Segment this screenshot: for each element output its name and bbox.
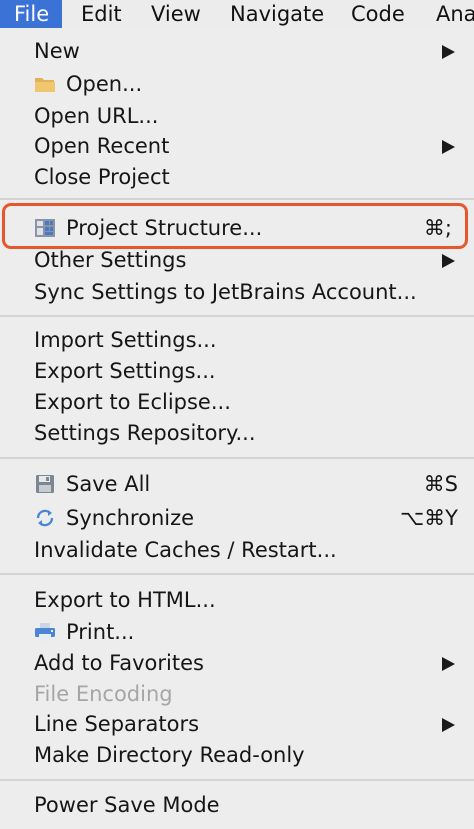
menu-item-open-url[interactable]: Open URL...	[0, 101, 474, 131]
menu-item-synchronize[interactable]: Synchronize ⌥⌘Y	[0, 503, 474, 533]
submenu-arrow-icon	[442, 254, 455, 268]
printer-icon	[34, 622, 56, 642]
menu-item-label: Print...	[66, 620, 135, 644]
menu-item-import-settings[interactable]: Import Settings...	[0, 325, 474, 355]
menu-item-label: Open Recent	[34, 134, 170, 158]
menu-analyze[interactable]: Ana	[436, 0, 474, 28]
menu-item-label: Make Directory Read-only	[34, 743, 305, 767]
menu-item-label: Export Settings...	[34, 359, 216, 383]
sync-icon	[34, 508, 56, 528]
save-icon	[34, 474, 56, 494]
menu-navigate[interactable]: Navigate	[230, 0, 324, 28]
menu-item-label: Export to Eclipse...	[34, 390, 231, 414]
menu-item-add-to-favorites[interactable]: Add to Favorites	[0, 648, 474, 678]
menu-item-label: Add to Favorites	[34, 651, 204, 675]
menu-item-label: Invalidate Caches / Restart...	[34, 538, 337, 562]
menu-item-save-all[interactable]: Save All ⌘S	[0, 469, 474, 499]
menu-item-other-settings[interactable]: Other Settings	[0, 245, 474, 275]
menu-item-new[interactable]: New	[0, 36, 474, 66]
menu-item-file-encoding: File Encoding	[0, 679, 474, 709]
folder-icon	[34, 74, 56, 94]
submenu-arrow-icon	[442, 140, 455, 154]
menu-item-export-settings[interactable]: Export Settings...	[0, 356, 474, 386]
highlight-annotation-box	[2, 203, 468, 249]
submenu-arrow-icon	[442, 45, 455, 59]
menu-bar: File Edit View Navigate Code Ana	[0, 0, 474, 28]
menu-separator	[0, 573, 474, 575]
menu-item-power-save-mode[interactable]: Power Save Mode	[0, 790, 474, 820]
menu-view[interactable]: View	[151, 0, 201, 28]
menu-item-open[interactable]: Open...	[0, 69, 474, 99]
submenu-arrow-icon	[442, 657, 455, 671]
menu-item-print[interactable]: Print...	[0, 617, 474, 647]
menu-item-label: Sync Settings to JetBrains Account...	[34, 280, 417, 304]
menu-edit[interactable]: Edit	[81, 0, 122, 28]
menu-item-invalidate-caches[interactable]: Invalidate Caches / Restart...	[0, 535, 474, 565]
menu-item-open-recent[interactable]: Open Recent	[0, 131, 474, 161]
menu-item-label: Save All	[66, 472, 151, 496]
menu-item-label: Import Settings...	[34, 328, 217, 352]
menu-item-close-project[interactable]: Close Project	[0, 162, 474, 192]
menu-item-label: Other Settings	[34, 248, 187, 272]
menu-item-label: Export to HTML...	[34, 588, 216, 612]
menu-separator	[0, 198, 474, 200]
menu-item-export-to-html[interactable]: Export to HTML...	[0, 585, 474, 615]
menu-item-label: Settings Repository...	[34, 421, 256, 445]
submenu-arrow-icon	[442, 718, 455, 732]
menu-item-label: Synchronize	[66, 506, 195, 530]
menu-separator	[0, 315, 474, 317]
menu-item-make-directory-read-only[interactable]: Make Directory Read-only	[0, 740, 474, 770]
menu-item-settings-repository[interactable]: Settings Repository...	[0, 418, 474, 448]
menu-item-label: Line Separators	[34, 712, 200, 736]
menu-item-line-separators[interactable]: Line Separators	[0, 709, 474, 739]
menu-code[interactable]: Code	[351, 0, 405, 28]
menu-item-shortcut: ⌥⌘Y	[399, 506, 458, 530]
menu-item-export-to-eclipse[interactable]: Export to Eclipse...	[0, 387, 474, 417]
menu-file[interactable]: File	[0, 0, 62, 28]
menu-separator	[0, 779, 474, 781]
menu-item-label: Open URL...	[34, 104, 159, 128]
menu-item-label: Close Project	[34, 165, 170, 189]
menu-item-label: Power Save Mode	[34, 793, 220, 817]
menu-item-label: New	[34, 39, 80, 63]
menu-item-label: File Encoding	[34, 682, 173, 706]
menu-separator	[0, 457, 474, 459]
menu-item-label: Open...	[66, 72, 143, 96]
menu-item-sync-settings[interactable]: Sync Settings to JetBrains Account...	[0, 277, 474, 307]
menu-item-shortcut: ⌘S	[423, 472, 458, 496]
